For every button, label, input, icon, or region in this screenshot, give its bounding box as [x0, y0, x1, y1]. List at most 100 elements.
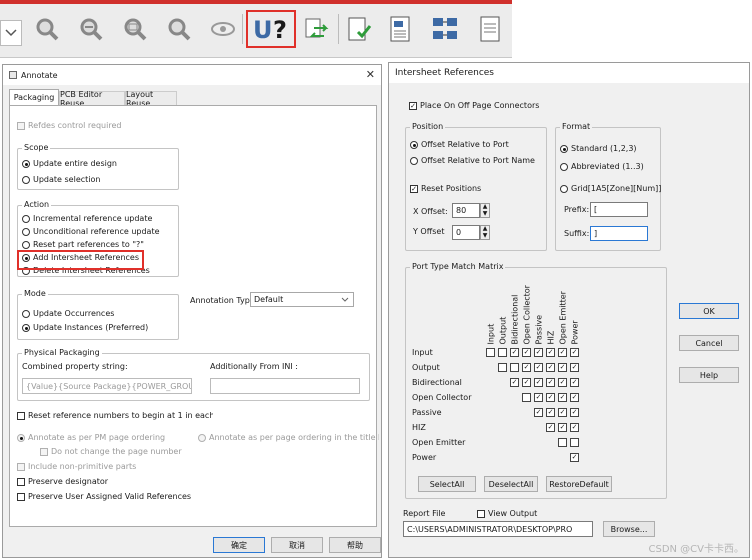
- offset-port-name-radio[interactable]: Offset Relative to Port Name: [410, 156, 535, 166]
- incremental-update-radio[interactable]: Incremental reference update: [22, 214, 152, 224]
- update-instances-radio[interactable]: Update Instances (Preferred): [22, 323, 148, 333]
- matrix-cell-checkbox[interactable]: ✓: [546, 393, 555, 402]
- standard-format-radio[interactable]: Standard (1,2,3): [560, 144, 637, 154]
- matrix-cell-checkbox[interactable]: [498, 348, 507, 357]
- y-offset-input[interactable]: 0: [452, 225, 480, 240]
- matrix-cell-checkbox[interactable]: ✓: [534, 393, 543, 402]
- preserve-user-references-checkbox[interactable]: Preserve User Assigned Valid References: [17, 492, 191, 502]
- deselect-all-button[interactable]: DeselectAll: [484, 476, 538, 492]
- matrix-cell-checkbox[interactable]: ✓: [522, 348, 531, 357]
- zoom-fit-icon[interactable]: [164, 14, 194, 44]
- matrix-cell-checkbox[interactable]: ✓: [546, 348, 555, 357]
- matrix-cell-checkbox[interactable]: ✓: [558, 348, 567, 357]
- notes-icon[interactable]: [476, 14, 506, 44]
- combined-property-input[interactable]: {Value}{Source Package}{POWER_GROUP}: [22, 378, 192, 394]
- annotate-title-block-radio[interactable]: Annotate as per page ordering in the tit…: [198, 433, 379, 443]
- restore-default-button[interactable]: RestoreDefault: [546, 476, 612, 492]
- tab-pcb-editor-reuse[interactable]: PCB Editor Reuse: [59, 90, 125, 108]
- button-label: SelectAll: [429, 479, 465, 489]
- update-entire-radio[interactable]: Update entire design: [22, 159, 117, 169]
- zoom-area-icon[interactable]: [120, 14, 150, 44]
- matrix-cell-checkbox[interactable]: ✓: [522, 363, 531, 372]
- spin-down-icon[interactable]: ▼: [481, 210, 489, 218]
- preserve-designator-checkbox[interactable]: Preserve designator: [17, 477, 108, 487]
- matrix-cell-checkbox[interactable]: [498, 363, 507, 372]
- zoom-icon[interactable]: [32, 14, 62, 44]
- matrix-cell-checkbox[interactable]: [486, 348, 495, 357]
- matrix-cell-checkbox[interactable]: ✓: [570, 393, 579, 402]
- matrix-cell-checkbox[interactable]: ✓: [570, 363, 579, 372]
- x-offset-spinner[interactable]: ▲ ▼: [480, 203, 490, 218]
- ok-button[interactable]: 确定: [213, 537, 265, 553]
- refdes-control-checkbox[interactable]: Refdes control required: [17, 121, 121, 131]
- update-selection-radio[interactable]: Update selection: [22, 175, 100, 185]
- matrix-cell-checkbox[interactable]: ✓: [570, 408, 579, 417]
- abbreviated-format-radio[interactable]: Abbreviated (1..3): [560, 162, 644, 172]
- include-nonprimitive-checkbox[interactable]: Include non-primitive parts: [17, 462, 136, 472]
- spin-down-icon[interactable]: ▼: [481, 232, 489, 240]
- annotation-type-select[interactable]: Default: [250, 292, 354, 307]
- annotate-pm-radio[interactable]: Annotate as per PM page ordering: [17, 433, 165, 443]
- offset-port-radio[interactable]: Offset Relative to Port: [410, 140, 509, 150]
- close-icon[interactable]: ✕: [366, 68, 375, 81]
- matrix-cell-checkbox[interactable]: ✓: [558, 378, 567, 387]
- browse-button[interactable]: Browse...: [603, 521, 655, 537]
- save-check-icon[interactable]: [344, 14, 374, 44]
- matrix-cell-checkbox[interactable]: ✓: [558, 363, 567, 372]
- annotate-u-icon[interactable]: U?: [246, 10, 296, 48]
- cancel-button[interactable]: 取消: [271, 537, 323, 553]
- matrix-cell-checkbox[interactable]: ✓: [534, 348, 543, 357]
- matrix-cell-checkbox[interactable]: ✓: [546, 423, 555, 432]
- matrix-cell-checkbox[interactable]: ✓: [570, 348, 579, 357]
- reset-part-references-radio[interactable]: Reset part references to "?": [22, 240, 144, 250]
- matrix-cell-checkbox[interactable]: ✓: [570, 378, 579, 387]
- y-offset-spinner[interactable]: ▲ ▼: [480, 225, 490, 240]
- update-occurrences-radio[interactable]: Update Occurrences: [22, 309, 114, 319]
- matrix-cell-checkbox[interactable]: ✓: [558, 393, 567, 402]
- unconditional-update-radio[interactable]: Unconditional reference update: [22, 227, 160, 237]
- prefix-input[interactable]: [: [590, 202, 648, 217]
- help-button[interactable]: Help: [679, 367, 739, 383]
- grid-format-radio[interactable]: Grid[1A5[Zone][Num]]: [560, 184, 661, 194]
- matrix-cell-checkbox[interactable]: ✓: [546, 378, 555, 387]
- matrix-cell-checkbox[interactable]: [522, 393, 531, 402]
- x-offset-input[interactable]: 80: [452, 203, 480, 218]
- help-button[interactable]: 帮助: [329, 537, 381, 553]
- hierarchy-icon[interactable]: [430, 14, 460, 44]
- ini-input[interactable]: [210, 378, 360, 394]
- tab-packaging[interactable]: Packaging: [9, 89, 59, 105]
- matrix-cell-checkbox[interactable]: [558, 438, 567, 447]
- matrix-col-label: Open Collector: [522, 272, 532, 344]
- label-text: Report File: [403, 509, 446, 518]
- dropdown-chevron-icon[interactable]: [0, 20, 22, 46]
- matrix-cell-checkbox[interactable]: ✓: [546, 363, 555, 372]
- matrix-cell-checkbox[interactable]: ✓: [534, 408, 543, 417]
- cancel-button[interactable]: Cancel: [679, 335, 739, 351]
- tab-layout-reuse[interactable]: Layout Reuse: [125, 90, 177, 108]
- eye-icon[interactable]: [208, 14, 238, 44]
- report-file-input[interactable]: C:\USERS\ADMINISTRATOR\DESKTOP\PRO: [403, 521, 593, 537]
- refresh-annotation-icon[interactable]: [302, 14, 332, 44]
- do-not-change-page-checkbox[interactable]: Do not change the page number: [40, 447, 182, 457]
- reset-positions-checkbox[interactable]: ✓ Reset Positions: [410, 184, 481, 194]
- matrix-cell-checkbox[interactable]: ✓: [570, 453, 579, 462]
- matrix-cell-checkbox[interactable]: ✓: [546, 408, 555, 417]
- matrix-cell-checkbox[interactable]: ✓: [558, 408, 567, 417]
- matrix-cell-checkbox[interactable]: ✓: [534, 378, 543, 387]
- select-all-button[interactable]: SelectAll: [418, 476, 476, 492]
- place-on-off-page-checkbox[interactable]: ✓ Place On Off Page Connectors: [409, 101, 539, 111]
- matrix-cell-checkbox[interactable]: [510, 363, 519, 372]
- suffix-input[interactable]: ]: [590, 226, 648, 241]
- ok-button[interactable]: OK: [679, 303, 739, 319]
- zoom-out-icon[interactable]: [76, 14, 106, 44]
- matrix-cell-checkbox[interactable]: ✓: [510, 378, 519, 387]
- matrix-cell-checkbox[interactable]: [570, 438, 579, 447]
- matrix-cell-checkbox[interactable]: ✓: [510, 348, 519, 357]
- report-icon[interactable]: [386, 14, 416, 44]
- view-output-checkbox[interactable]: View Output: [477, 509, 537, 519]
- reset-reference-numbers-checkbox[interactable]: Reset reference numbers to begin at 1 in…: [17, 411, 213, 421]
- matrix-cell-checkbox[interactable]: ✓: [534, 363, 543, 372]
- matrix-cell-checkbox[interactable]: ✓: [570, 423, 579, 432]
- matrix-cell-checkbox[interactable]: ✓: [558, 423, 567, 432]
- matrix-cell-checkbox[interactable]: ✓: [522, 378, 531, 387]
